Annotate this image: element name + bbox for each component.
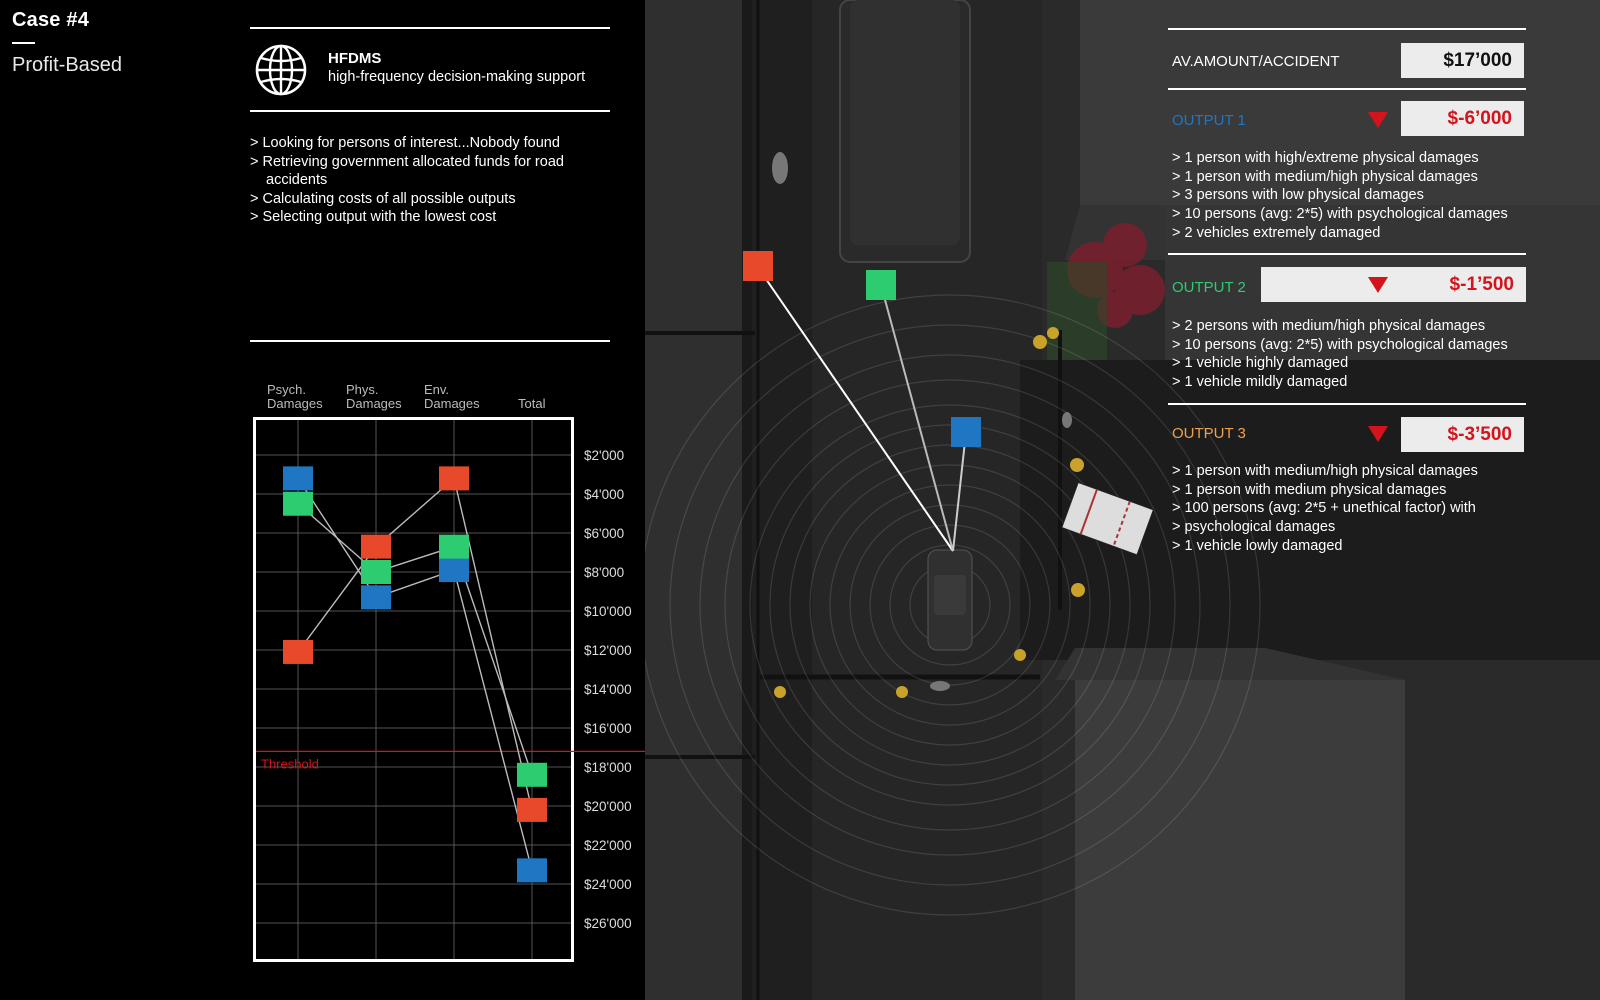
y-tick-label: $24'000 [584, 877, 632, 892]
data-point [283, 491, 313, 516]
list-item: > 1 vehicle lowly damaged [1172, 537, 1343, 554]
list-item: > 10 persons (avg: 2*5) with psychologic… [1172, 206, 1508, 223]
data-point [361, 560, 391, 584]
y-tick-label: $6'000 [584, 526, 624, 541]
data-point [517, 797, 547, 822]
output1-details: > 1 person with high/extreme physical da… [1172, 149, 1508, 243]
av-amount-value: $17’000 [1401, 43, 1524, 78]
data-point [361, 534, 391, 559]
output3-details: > 1 person with medium/high physical dam… [1172, 462, 1478, 556]
list-item: > 1 vehicle mildly damaged [1172, 374, 1348, 391]
output1-value: $-6’000 [1401, 101, 1524, 136]
y-tick-label: $2'000 [584, 448, 624, 463]
list-item: > 100 persons (avg: 2*5 + unethical fact… [1172, 500, 1476, 517]
outputs-rule [1168, 403, 1526, 405]
output3-value: $-3’500 [1401, 417, 1524, 452]
y-tick-label: $4'000 [584, 487, 624, 502]
data-point [517, 762, 547, 787]
list-item: > 2 vehicles extremely damaged [1172, 224, 1381, 241]
data-point [283, 639, 313, 664]
output2-marker [866, 270, 896, 300]
threshold-label: Threshold [261, 756, 319, 771]
data-point [361, 585, 391, 610]
list-item: > 1 person with medium/high physical dam… [1172, 463, 1478, 479]
data-point [283, 466, 313, 491]
outputs-rule [1168, 88, 1526, 90]
output1-label: OUTPUT 1 [1172, 112, 1246, 129]
series-line [297, 477, 533, 811]
output2-details: > 2 persons with medium/high physical da… [1172, 317, 1508, 392]
output2-value: $-1’500 [1261, 267, 1526, 302]
list-item: > 1 person with medium/high physical dam… [1172, 168, 1478, 185]
list-item: > psychological damages [1172, 519, 1336, 536]
data-point [439, 466, 469, 491]
down-triangle-icon [1368, 277, 1388, 293]
list-item: > 2 persons with medium/high physical da… [1172, 318, 1486, 334]
data-point [517, 858, 547, 883]
data-point [439, 558, 469, 583]
down-triangle-icon [1368, 426, 1388, 442]
y-tick-label: $12'000 [584, 643, 632, 658]
list-item: > 1 person with medium physical damages [1172, 481, 1447, 498]
y-tick-label: $10'000 [584, 604, 632, 619]
y-tick-label: $20'000 [584, 799, 632, 814]
av-amount-label: AV.AMOUNT/ACCIDENT [1172, 53, 1340, 70]
output3-label: OUTPUT 3 [1172, 425, 1246, 442]
y-tick-label: $8'000 [584, 565, 624, 580]
outputs-top-rule [1168, 28, 1526, 30]
damage-chart: $2'000 $4'000 $6'000 $8'000 $10'000 $12'000 $1… [256, 420, 645, 959]
y-tick-label: $18'000 [584, 760, 632, 775]
list-item: > 10 persons (avg: 2*5) with psychologic… [1172, 336, 1508, 353]
y-tick-label: $14'000 [584, 682, 632, 697]
outputs-rule [1168, 253, 1526, 255]
building-bottom [1075, 680, 1405, 1000]
output3-marker [743, 251, 773, 281]
y-tick-label: $26'000 [584, 916, 632, 931]
down-triangle-icon [1368, 112, 1388, 128]
y-tick-label: $22'000 [584, 838, 632, 853]
list-item: > 1 person with high/extreme physical da… [1172, 150, 1479, 166]
data-point [439, 534, 469, 559]
output1-marker [951, 417, 981, 447]
y-tick-label: $16'000 [584, 721, 632, 736]
series-line [297, 478, 533, 871]
output2-label: OUTPUT 2 [1172, 279, 1246, 296]
left-sidewalk [645, 0, 742, 1000]
list-item: > 3 persons with low physical damages [1172, 187, 1424, 204]
list-item: > 1 vehicle highly damaged [1172, 355, 1349, 372]
